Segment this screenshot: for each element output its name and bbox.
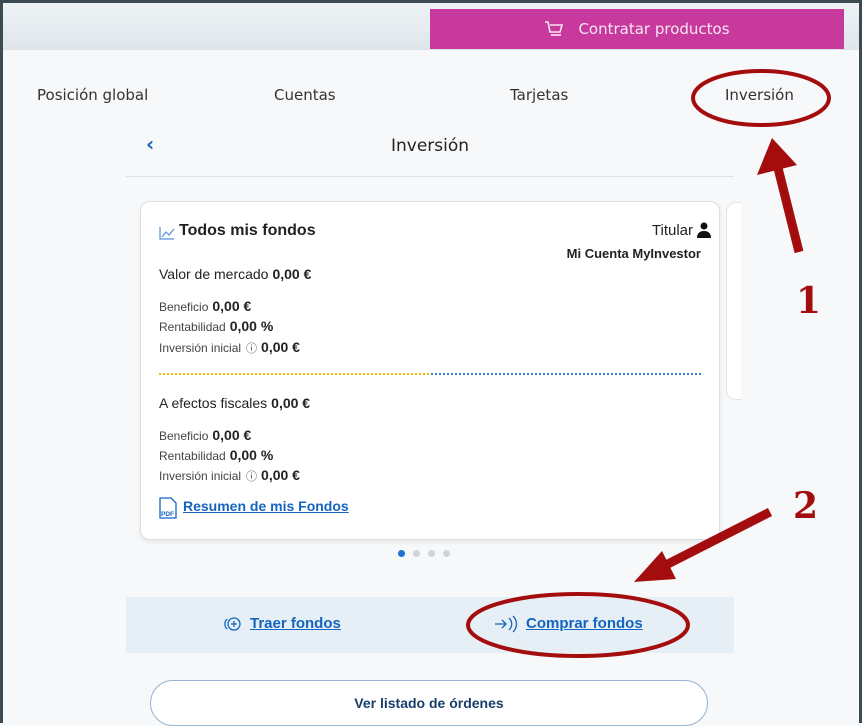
market-initial-row: Inversión inicial ⓘ 0,00 €: [159, 339, 300, 356]
fund-actions-bar: Traer fondos Comprar fondos: [126, 597, 734, 653]
row-label: Rentabilidad: [159, 449, 226, 463]
view-orders-button[interactable]: Ver listado de órdenes: [150, 680, 708, 726]
carousel-dot[interactable]: [443, 550, 450, 557]
fiscal-return-row: Rentabilidad 0,00 %: [159, 447, 273, 463]
buy-in-icon: [495, 615, 518, 633]
row-value: 0,00 €: [212, 427, 252, 443]
divider: [431, 373, 701, 375]
cart-icon: [545, 21, 564, 36]
funds-card: Todos mis fondos Titular Mi Cuenta MyInv…: [140, 201, 720, 540]
bring-funds-link[interactable]: Traer fondos: [250, 615, 341, 632]
holder-label: Titular: [651, 222, 693, 239]
market-value-amount: 0,00 €: [272, 266, 312, 282]
pdf-icon: PDF: [159, 497, 177, 519]
row-value: 0,00 %: [229, 318, 274, 334]
market-profit-row: Beneficio 0,00 €: [159, 298, 251, 314]
funds-summary-link[interactable]: Resumen de mis Fondos: [183, 498, 349, 514]
annotation-number-1: 1: [796, 280, 822, 322]
fiscal-value-row: A efectos fiscales 0,00 €: [159, 395, 310, 411]
tab-cuentas[interactable]: Cuentas: [274, 86, 336, 104]
row-label: Inversión inicial: [159, 469, 242, 483]
row-value: 0,00 %: [229, 447, 274, 463]
market-value-label: Valor de mercado: [159, 266, 269, 282]
next-card-peek[interactable]: [726, 202, 741, 400]
annotation-number-2: 2: [793, 485, 819, 527]
page-header: ‹ Inversión: [126, 130, 734, 177]
main-tabs: Posición global Cuentas Tarjetas Inversi…: [0, 78, 862, 112]
carousel-dot[interactable]: [428, 550, 435, 557]
row-value: 0,00 €: [261, 467, 300, 483]
page-title: Inversión: [390, 136, 470, 156]
tab-posicion-global[interactable]: Posición global: [37, 86, 148, 104]
tab-inversion[interactable]: Inversión: [725, 86, 794, 104]
market-return-row: Rentabilidad 0,00 %: [159, 318, 273, 334]
fiscal-initial-row: Inversión inicial ⓘ 0,00 €: [159, 467, 300, 484]
row-value: 0,00 €: [261, 339, 300, 355]
tab-tarjetas[interactable]: Tarjetas: [510, 86, 568, 104]
card-title: Todos mis fondos: [179, 222, 316, 239]
chart-line-icon: [159, 227, 175, 240]
contract-products-label: Contratar productos: [578, 20, 730, 38]
fiscal-value-label: A efectos fiscales: [159, 395, 268, 411]
row-label: Rentabilidad: [159, 320, 226, 334]
buy-funds-link[interactable]: Comprar fondos: [526, 615, 643, 632]
contract-products-button[interactable]: Contratar productos: [430, 9, 844, 49]
user-icon: [697, 222, 711, 238]
pdf-icon-text: PDF: [161, 511, 174, 518]
fiscal-value-amount: 0,00 €: [271, 395, 311, 411]
market-value-row: Valor de mercado 0,00 €: [159, 266, 311, 282]
info-icon[interactable]: ⓘ: [246, 471, 257, 483]
fiscal-profit-row: Beneficio 0,00 €: [159, 427, 251, 443]
carousel-dot[interactable]: [413, 550, 420, 557]
transfer-in-icon: [224, 617, 241, 631]
account-name: Mi Cuenta MyInvestor: [566, 246, 701, 261]
row-label: Beneficio: [159, 429, 209, 443]
carousel-dot[interactable]: [398, 550, 405, 557]
row-label: Inversión inicial: [159, 341, 242, 355]
row-label: Beneficio: [159, 300, 209, 314]
row-value: 0,00 €: [212, 298, 252, 314]
carousel-dots: [398, 550, 450, 557]
info-icon[interactable]: ⓘ: [246, 343, 257, 355]
